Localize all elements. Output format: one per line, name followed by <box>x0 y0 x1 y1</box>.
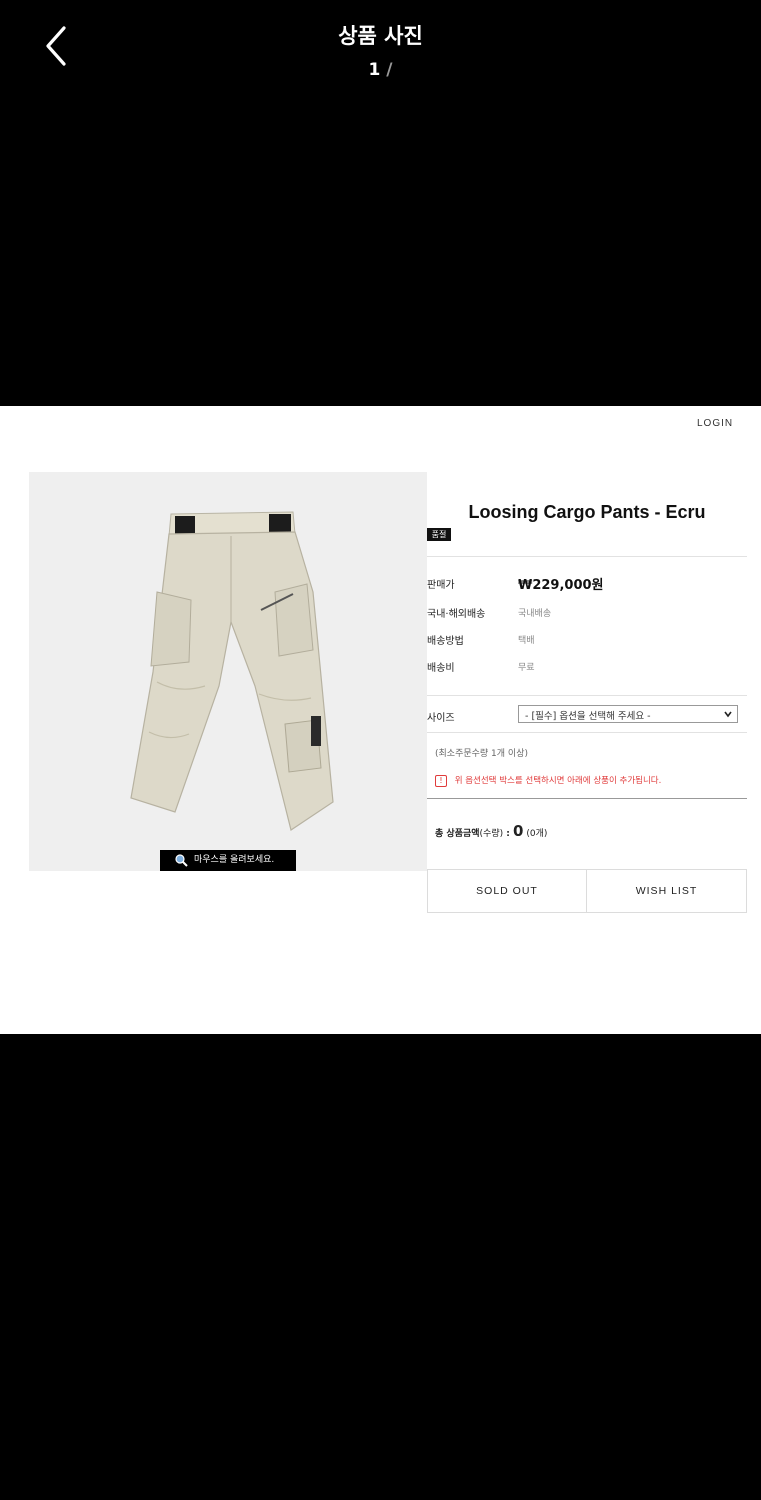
size-select[interactable]: - [필수] 옵션을 선택해 주세요 - <box>518 705 738 723</box>
sold-out-button[interactable]: SOLD OUT <box>427 869 587 913</box>
counter-separator: / <box>386 60 393 80</box>
cargo-pants-image <box>130 511 334 831</box>
option-warning-text: 위 옵션선택 박스를 선택하시면 아래에 상품이 추가됩니다. <box>454 776 662 786</box>
shipping-type-label: 국내·해외배송 <box>427 609 486 620</box>
size-select-value: - [필수] 옵션을 선택해 주세요 - <box>525 711 651 722</box>
size-label: 사이즈 <box>427 713 455 724</box>
sold-out-badge: 품절 <box>427 528 451 541</box>
total-amount: 0 <box>513 822 524 840</box>
divider <box>427 695 747 696</box>
total-separator: : <box>503 829 514 839</box>
divider <box>427 798 747 799</box>
product-image[interactable]: 마우스를 올려보세요. <box>29 472 427 871</box>
magnifier-icon <box>175 854 188 867</box>
price-label: 판매가 <box>427 580 455 591</box>
product-screenshot: LOGIN J 마우 <box>0 406 761 1034</box>
wish-list-button[interactable]: WISH LIST <box>587 869 747 913</box>
image-counter: 1 / 4 <box>0 60 761 420</box>
divider <box>427 732 747 733</box>
login-link[interactable]: LOGIN <box>697 418 733 429</box>
viewer-header: 상품 사진 1 / 4 <box>0 0 761 420</box>
shipping-method-label: 배송방법 <box>427 636 464 647</box>
viewer-title: 상품 사진 <box>338 24 423 48</box>
min-order-text: (최소주문수량 1개 이상) <box>435 749 528 759</box>
shipping-method-value: 택배 <box>518 636 535 646</box>
site-top-nav: LOGIN J <box>697 418 761 429</box>
warning-icon: ! <box>435 774 447 787</box>
product-title: Loosing Cargo Pants - Ecru <box>468 502 706 522</box>
zoom-hint-bar: 마우스를 올려보세요. <box>160 850 296 871</box>
total-count: (0개) <box>526 829 548 839</box>
zoom-hint-text: 마우스를 올려보세요. <box>194 855 275 865</box>
shipping-fee-value: 무료 <box>518 663 535 673</box>
shipping-type-value: 국내배송 <box>518 609 552 619</box>
total-label: 총 상품금액 <box>435 829 480 839</box>
option-warning: ! 위 옵션선택 박스를 선택하시면 아래에 상품이 추가됩니다. <box>435 774 661 787</box>
counter-current: 1 <box>368 60 381 80</box>
price-value: ₩229,000원 <box>518 578 604 593</box>
total-price: 총 상품금액(수량) : 0 (0개) <box>435 822 547 840</box>
shipping-fee-label: 배송비 <box>427 663 455 674</box>
total-qty-label: (수량) <box>479 829 504 839</box>
divider <box>427 556 747 557</box>
chevron-down-icon <box>724 711 732 718</box>
